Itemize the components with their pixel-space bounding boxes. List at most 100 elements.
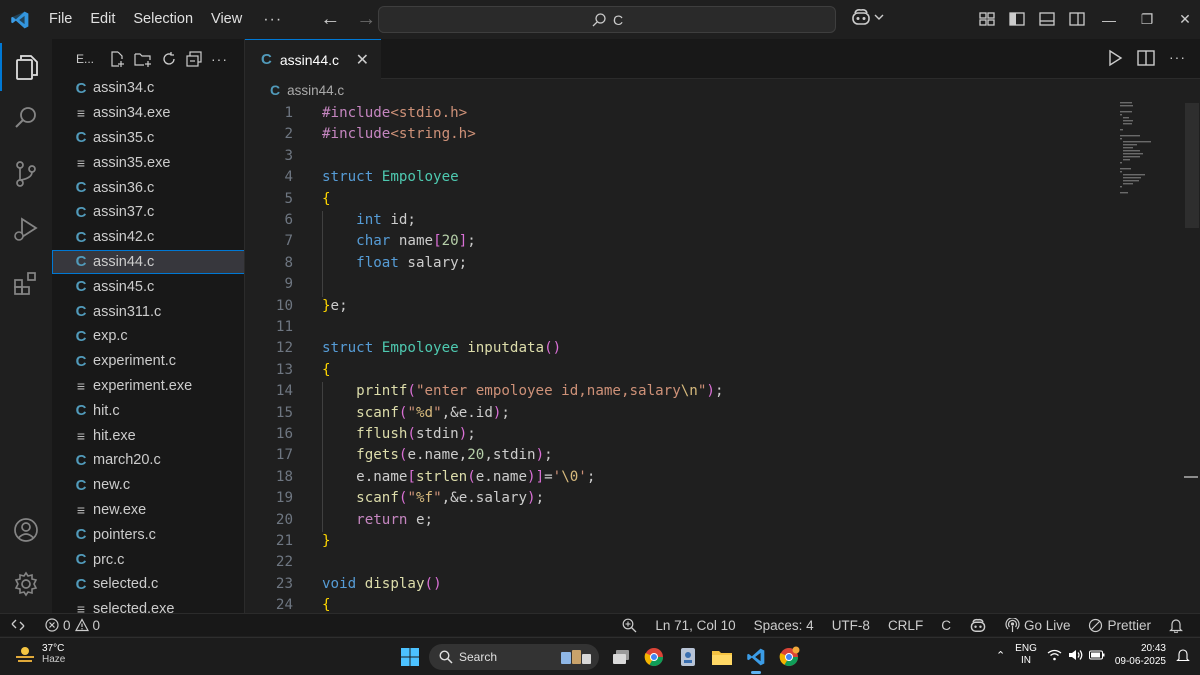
cursor-position[interactable]: Ln 71, Col 10	[646, 618, 744, 633]
toggle-secondary-sidebar-icon[interactable]	[1066, 8, 1088, 30]
file-item[interactable]: Cassin45.c	[52, 274, 244, 299]
restore-icon[interactable]: ❐	[1128, 11, 1166, 28]
task-view-icon[interactable]	[608, 644, 634, 670]
vscode-taskbar-icon[interactable]	[743, 644, 769, 674]
taskbar-search[interactable]: Search	[429, 644, 599, 670]
collapse-all-icon[interactable]	[186, 51, 202, 67]
menu-selection[interactable]: Selection	[124, 0, 202, 39]
vscode-logo-icon[interactable]	[0, 0, 40, 39]
file-item[interactable]: Cassin35.c	[52, 126, 244, 151]
code-line[interactable]: 24 {	[245, 595, 1115, 613]
file-item[interactable]: Cexperiment.c	[52, 349, 244, 374]
minimize-icon[interactable]: —	[1090, 12, 1128, 28]
code-line[interactable]: 23 void display()	[245, 574, 1115, 595]
quick-settings[interactable]	[1047, 649, 1105, 661]
indentation[interactable]: Spaces: 4	[745, 618, 823, 633]
code-line[interactable]: 16 fflush(stdin);	[245, 424, 1115, 445]
file-item[interactable]: ≡ assin35.exe	[52, 150, 244, 175]
new-file-icon[interactable]	[109, 51, 125, 67]
code-line[interactable]: 13 {	[245, 360, 1115, 381]
file-item[interactable]: Cnew.c	[52, 473, 244, 498]
explorer-more-icon[interactable]: ···	[211, 51, 228, 67]
file-item[interactable]: ≡ assin34.exe	[52, 101, 244, 126]
code-line[interactable]: 9	[245, 274, 1115, 295]
zoom-icon[interactable]	[613, 618, 646, 633]
file-item[interactable]: Cpointers.c	[52, 522, 244, 547]
code-line[interactable]: 22	[245, 552, 1115, 573]
code-line[interactable]: 5{	[245, 189, 1115, 210]
language-indicator[interactable]: ENG IN	[1015, 643, 1037, 667]
refresh-icon[interactable]	[161, 51, 177, 67]
menu-view[interactable]: View	[202, 0, 251, 39]
code-line[interactable]: 14 printf("enter empoloyee id,name,salar…	[245, 381, 1115, 402]
code-line[interactable]: 3	[245, 146, 1115, 167]
new-folder-icon[interactable]	[134, 51, 152, 67]
copilot-menu-button[interactable]	[850, 8, 884, 26]
minimap[interactable]	[1118, 100, 1158, 200]
file-explorer-icon[interactable]	[709, 644, 735, 670]
taskbar-clock[interactable]: 20:43 09-06-2025	[1115, 642, 1166, 668]
file-item[interactable]: ≡ hit.exe	[52, 423, 244, 448]
menu-edit[interactable]: Edit	[81, 0, 124, 39]
source-control-icon[interactable]	[0, 150, 52, 198]
file-item[interactable]: Chit.c	[52, 398, 244, 423]
go-live-button[interactable]: Go Live	[996, 618, 1080, 633]
file-item[interactable]: ≡ selected.exe	[52, 597, 244, 613]
notifications-bell-icon[interactable]	[1160, 618, 1192, 633]
code-line[interactable]: 12 struct Empoloyee inputdata()	[245, 338, 1115, 359]
explorer-icon[interactable]	[0, 43, 52, 91]
toggle-primary-sidebar-icon[interactable]	[1006, 8, 1028, 30]
code-line[interactable]: 17 fgets(e.name,20,stdin);	[245, 445, 1115, 466]
back-arrow-icon[interactable]: ←	[312, 8, 348, 31]
code-line[interactable]: 19 scanf("%f",&e.salary);	[245, 488, 1115, 509]
prettier-button[interactable]: Prettier	[1079, 618, 1160, 633]
close-window-icon[interactable]: ✕	[1166, 11, 1200, 28]
code-line[interactable]: 21}	[245, 531, 1115, 552]
code-line[interactable]: 2 #include<string.h>	[245, 124, 1115, 145]
code-line[interactable]: 18 e.name[strlen(e.name)]='\0';	[245, 467, 1115, 488]
toggle-panel-icon[interactable]	[1036, 8, 1058, 30]
file-item[interactable]: ≡ new.exe	[52, 498, 244, 523]
customize-layout-icon[interactable]	[976, 8, 998, 30]
file-item[interactable]: Cselected.c	[52, 572, 244, 597]
problems-indicator[interactable]: 0 0	[36, 618, 109, 633]
code-line[interactable]: 11	[245, 317, 1115, 338]
code-line[interactable]: 15 scanf("%d",&e.id);	[245, 403, 1115, 424]
encoding[interactable]: UTF-8	[823, 618, 879, 633]
line-ending[interactable]: CRLF	[879, 618, 932, 633]
code-line[interactable]: 4 struct Empoloyee	[245, 167, 1115, 188]
photos-app-icon[interactable]	[675, 644, 701, 670]
tab-assin44-c[interactable]: C assin44.c ✕	[245, 39, 381, 79]
code-line[interactable]: 1 #include<stdio.h>	[245, 103, 1115, 124]
extensions-icon[interactable]	[0, 259, 52, 307]
code-line[interactable]: 20 return e;	[245, 510, 1115, 531]
run-debug-icon[interactable]	[0, 205, 52, 253]
file-item[interactable]: Cassin34.c	[52, 76, 244, 101]
run-file-icon[interactable]	[1107, 49, 1123, 67]
file-item[interactable]: Cassin311.c	[52, 299, 244, 324]
manage-gear-icon[interactable]	[0, 560, 52, 608]
menu-more-icon[interactable]: ···	[251, 11, 294, 29]
file-item[interactable]: ≡ experiment.exe	[52, 374, 244, 399]
file-item[interactable]: Cassin44.c	[52, 249, 244, 275]
breadcrumb[interactable]: C assin44.c	[270, 82, 344, 98]
code-line[interactable]: 6 int id;	[245, 210, 1115, 231]
search-view-icon[interactable]	[0, 94, 52, 142]
file-item[interactable]: Cprc.c	[52, 547, 244, 572]
editor-scrollbar[interactable]	[1185, 103, 1199, 228]
copilot-status-icon[interactable]	[960, 618, 996, 633]
file-item[interactable]: Cassin36.c	[52, 175, 244, 200]
editor-more-icon[interactable]: ···	[1169, 49, 1186, 67]
weather-widget[interactable]: 37°C Haze	[14, 643, 65, 665]
close-tab-icon[interactable]: ✕	[356, 50, 369, 70]
language-mode[interactable]: C	[932, 618, 960, 633]
remote-indicator-icon[interactable]	[0, 614, 36, 637]
split-editor-icon[interactable]	[1137, 49, 1155, 67]
command-center-search[interactable]: C	[378, 6, 836, 33]
windows-start-icon[interactable]	[397, 644, 423, 670]
chrome-icon[interactable]	[641, 644, 667, 670]
accounts-icon[interactable]	[0, 506, 52, 554]
code-line[interactable]: 8 float salary;	[245, 253, 1115, 274]
code-editor[interactable]: 1 #include<stdio.h> 2 #include<string.h> 3 4 s…	[245, 103, 1115, 613]
file-item[interactable]: Cexp.c	[52, 324, 244, 349]
